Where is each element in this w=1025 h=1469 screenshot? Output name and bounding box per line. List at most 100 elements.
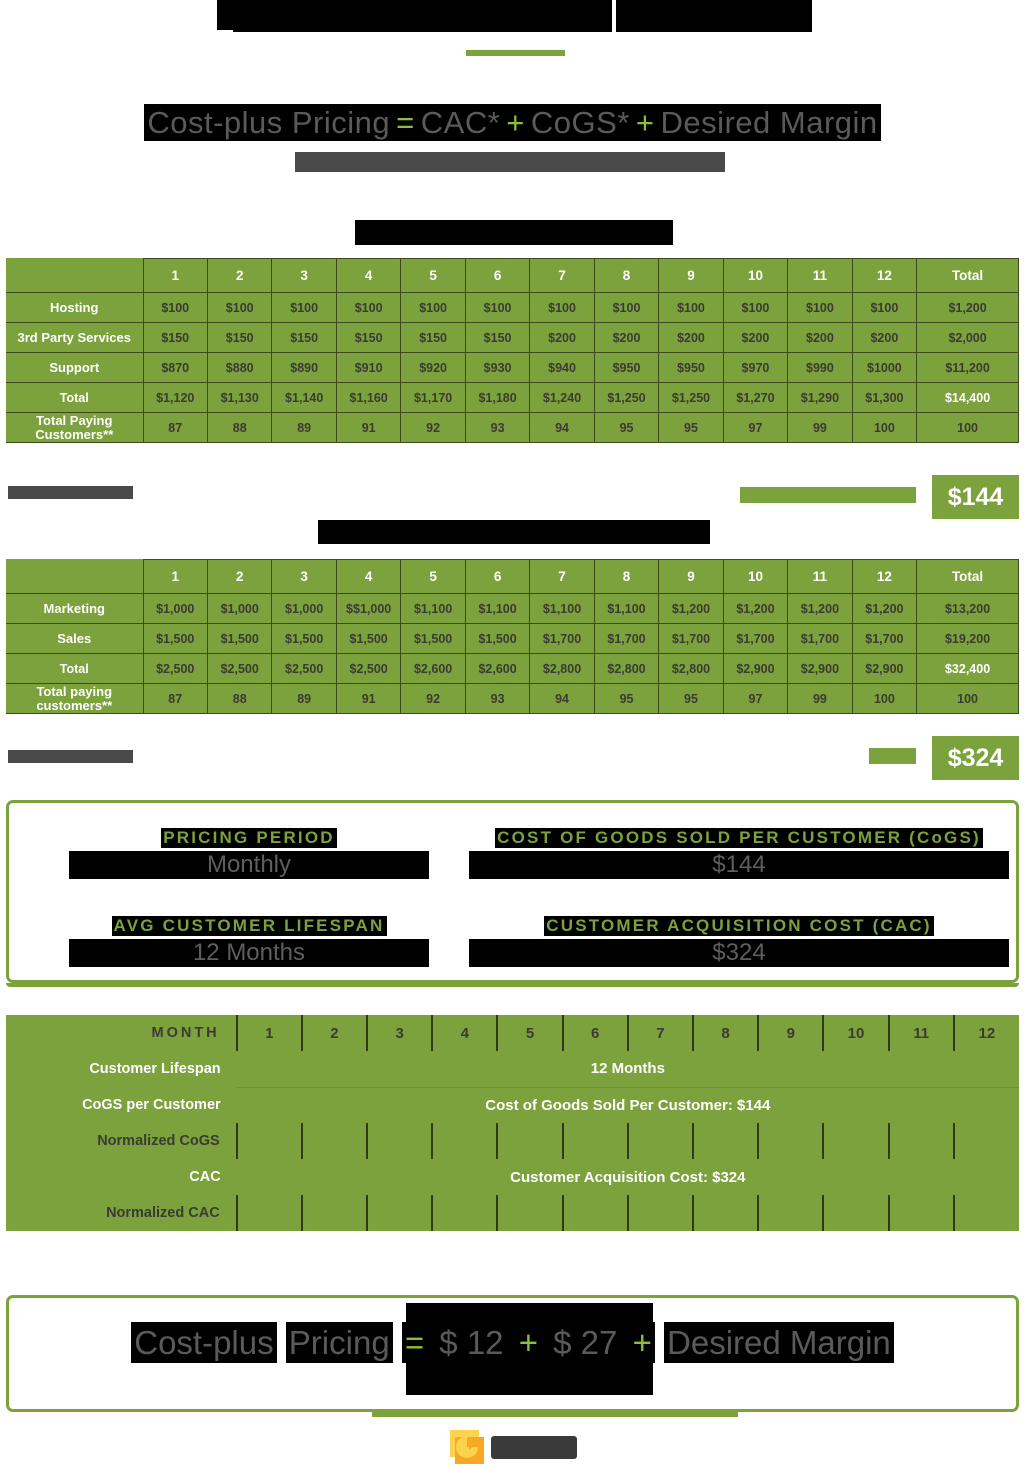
month-tick-cell-7 — [626, 1123, 693, 1159]
row-total-cell: $32,400 — [916, 653, 1019, 684]
data-cell: $100 — [851, 292, 918, 323]
brand-logo — [449, 1430, 579, 1464]
column-header-11: 11 — [787, 559, 853, 594]
data-cell: $2,600 — [400, 653, 466, 684]
column-header-1: 1 — [142, 559, 208, 594]
data-cell: 99 — [787, 412, 853, 443]
month-column-header-1: 1 — [235, 1015, 302, 1051]
month-tick-cell-9 — [757, 1123, 824, 1159]
column-header-5: 5 — [400, 559, 466, 594]
info-item-customer-acquisition-cost: CUSTOMER ACQUISITION COST (CAC) $324 — [469, 916, 1009, 967]
cac-per-customer-callout: $324 — [932, 736, 1019, 780]
data-cell: $150 — [400, 322, 466, 353]
data-cell: 95 — [658, 683, 724, 714]
row-total-cell: 100 — [916, 683, 1019, 714]
data-cell: $1,700 — [787, 623, 853, 654]
data-cell: $150 — [464, 322, 531, 353]
table-row: Support $870 $880 $890 $910 $920 $930 $940 $950 $… — [6, 352, 1019, 383]
row-total-cell: $19,200 — [916, 623, 1019, 654]
data-cell: $150 — [142, 322, 208, 353]
data-cell: $1,100 — [593, 593, 660, 624]
month-span-cell: Cost of Goods Sold Per Customer: $144 — [236, 1086, 1019, 1123]
month-span-cell: 12 Months — [590, 1060, 665, 1078]
data-cell: $1,290 — [787, 382, 853, 413]
info-item-pricing-period: PRICING PERIOD Monthly — [69, 828, 429, 879]
column-header-6: 6 — [464, 258, 531, 293]
row-header-cell: Marketing — [6, 593, 144, 624]
data-cell: $1,700 — [722, 623, 789, 654]
data-cell: 93 — [464, 683, 531, 714]
final-value-cac: $ 27 — [550, 1322, 621, 1363]
data-cell: $1,500 — [400, 623, 466, 654]
header-accent-rule — [466, 50, 565, 56]
data-cell: $890 — [271, 352, 337, 383]
data-cell: $2,900 — [851, 653, 918, 684]
final-card-base-rule — [372, 1412, 738, 1417]
data-cell: $1,500 — [464, 623, 531, 654]
column-header-3: 3 — [271, 258, 337, 293]
info-label-pricing-period: PRICING PERIOD — [161, 828, 337, 848]
data-cell: $2,800 — [593, 653, 660, 684]
data-cell: 94 — [529, 683, 595, 714]
month-normalization-table: MONTH 1 2 3 4 5 6 7 8 9 10 11 12 Customer Lifespan 12 … — [6, 1015, 1019, 1231]
data-cell: $1,170 — [400, 382, 466, 413]
info-label-avg-customer-lifespan: AVG CUSTOMER LIFESPAN — [111, 916, 387, 936]
month-tick-cell-6 — [561, 1123, 628, 1159]
data-cell: $1,700 — [593, 623, 660, 654]
info-value-avg-customer-lifespan: 12 Months — [69, 939, 429, 967]
row-header-cell: Total Paying Customers** — [6, 412, 144, 443]
column-header-4: 4 — [335, 559, 402, 594]
data-cell: $1,500 — [271, 623, 337, 654]
month-row-label: Normalized CAC — [106, 1205, 220, 1221]
month-tick-cell-1 — [235, 1123, 302, 1159]
data-cell: $200 — [529, 322, 595, 353]
formula-term-cost-plus-pricing: Cost-plus Pricing — [144, 104, 394, 141]
data-cell: $2,600 — [464, 653, 531, 684]
month-tick-cell-8 — [691, 1195, 759, 1231]
column-header-3: 3 — [271, 559, 337, 594]
data-cell: 97 — [722, 683, 789, 714]
column-header-9: 9 — [658, 559, 724, 594]
row-total-cell: $14,400 — [916, 382, 1019, 413]
data-cell: $2,500 — [271, 653, 337, 684]
data-cell: $1,200 — [722, 593, 789, 624]
data-cell: $1,200 — [658, 593, 724, 624]
data-cell: $930 — [464, 352, 531, 383]
data-cell: 87 — [142, 412, 208, 443]
data-cell: $150 — [271, 322, 337, 353]
column-header-12: 12 — [851, 559, 918, 594]
month-tick-cell-10 — [822, 1195, 889, 1231]
column-header-7: 7 — [529, 559, 595, 594]
month-tick-cell-7 — [626, 1195, 693, 1231]
month-tick-cell-3 — [366, 1123, 433, 1159]
data-cell: 91 — [335, 683, 402, 714]
month-table-row: CoGS per Customer Cost of Goods Sold Per … — [6, 1086, 1019, 1123]
month-tick-cell-2 — [300, 1123, 368, 1159]
data-cell: $880 — [206, 352, 273, 383]
month-column-header-11: 11 — [887, 1015, 954, 1051]
formula-op-plus-1: + — [503, 104, 528, 141]
data-cell: 87 — [142, 683, 208, 714]
data-cell: $100 — [722, 292, 789, 323]
table-corner-cell — [6, 258, 144, 293]
data-cell: $950 — [658, 352, 724, 383]
info-label-customer-acquisition-cost: CUSTOMER ACQUISITION COST (CAC) — [544, 916, 934, 936]
info-label-cogs-per-customer: COST OF GOODS SOLD PER CUSTOMER (CoGS) — [495, 828, 983, 848]
data-cell: $1,500 — [335, 623, 402, 654]
data-cell: $200 — [787, 322, 853, 353]
data-cell: $1,000 — [271, 593, 337, 624]
data-cell: $2,900 — [722, 653, 789, 684]
data-cell: $100 — [787, 292, 853, 323]
column-header-10: 10 — [722, 559, 789, 594]
data-cell: $1,100 — [464, 593, 531, 624]
data-cell: $1,180 — [464, 382, 531, 413]
table-header-row: 1 2 3 4 5 6 7 8 9 10 11 12 Total — [6, 258, 1019, 293]
table-row: Total paying customers** 87 88 89 91 92 93 94 95… — [6, 683, 1019, 714]
info-item-cogs-per-customer: COST OF GOODS SOLD PER CUSTOMER (CoGS) $… — [469, 828, 1009, 879]
data-cell: 97 — [722, 412, 789, 443]
cogs-table: 1 2 3 4 5 6 7 8 9 10 11 12 Total Hosting $100 $100 $100 $… — [6, 258, 1019, 443]
data-cell: $150 — [206, 322, 273, 353]
data-cell: $2,500 — [335, 653, 402, 684]
data-cell: $1,160 — [335, 382, 402, 413]
column-header-4: 4 — [335, 258, 402, 293]
